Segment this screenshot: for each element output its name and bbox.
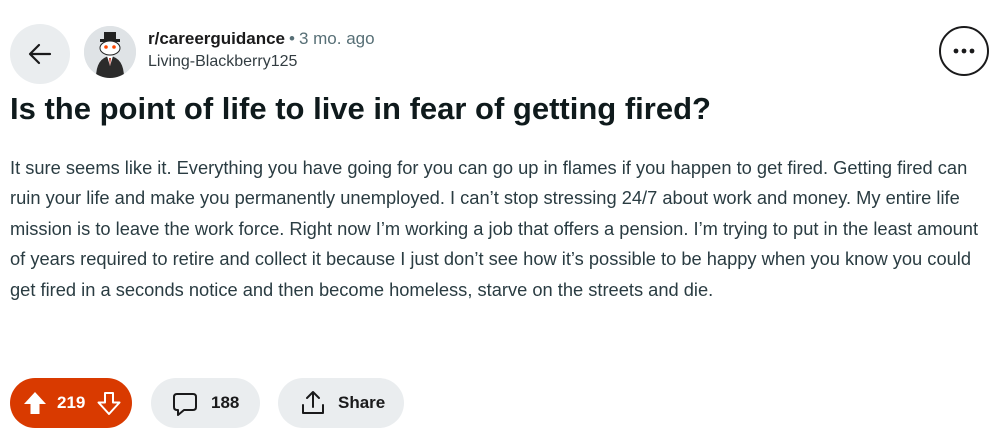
post-meta: r/careerguidance • 3 mo. ago Living-Blackb… [148,28,375,73]
back-button[interactable] [10,24,70,84]
share-icon [302,391,324,414]
post-header: r/careerguidance • 3 mo. ago Living-Blackb… [10,20,989,84]
downvote-icon[interactable] [96,390,122,416]
back-arrow-icon [28,43,52,65]
share-label: Share [338,393,386,412]
comment-icon [173,393,197,416]
post-age: 3 mo. ago [298,29,375,48]
more-options-icon [953,48,975,54]
share-button[interactable]: Share [278,378,404,428]
post-title: Is the point of life to live in fear of … [10,91,711,126]
vote-count: 219 [57,393,86,412]
comment-count: 188 [211,393,240,412]
subreddit-link[interactable]: r/careerguidance [148,29,285,48]
meta-separator: • [289,29,295,48]
post-body: It sure seems like it. Everything you ha… [10,157,979,300]
comments-button[interactable]: 188 [151,378,260,428]
upvote-icon[interactable] [22,390,48,416]
vote-control: 219 [10,378,132,428]
author-link[interactable]: Living-Blackberry125 [148,51,375,73]
more-options-button[interactable] [939,26,989,76]
subreddit-avatar-icon[interactable] [84,26,136,78]
